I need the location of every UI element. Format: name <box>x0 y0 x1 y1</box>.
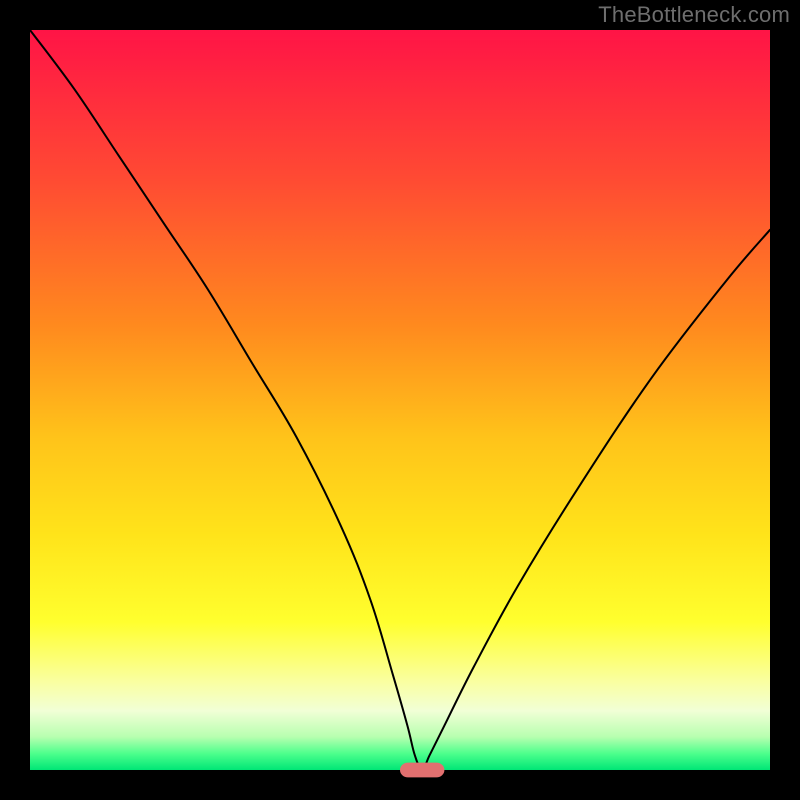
plot-background <box>30 30 770 770</box>
bottleneck-plot <box>0 0 800 800</box>
chart-frame: TheBottleneck.com <box>0 0 800 800</box>
optimum-marker <box>400 763 444 778</box>
